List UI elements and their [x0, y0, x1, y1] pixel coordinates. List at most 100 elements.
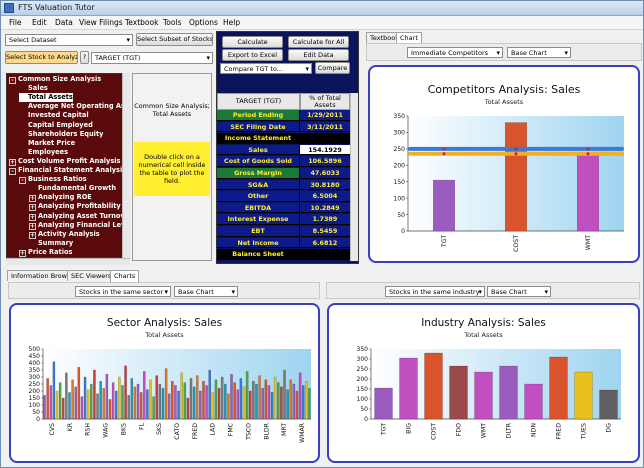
menu-file[interactable]: File: [9, 18, 22, 27]
row-label[interactable]: EBITDA: [217, 202, 300, 214]
y-tick-label: 350: [357, 346, 369, 353]
row-value[interactable]: [300, 249, 350, 260]
row-label[interactable]: Net Income: [217, 237, 300, 249]
collapse-icon[interactable]: -: [9, 168, 16, 175]
dataset-select[interactable]: Select Dataset: [5, 34, 133, 46]
row-value[interactable]: 3/11/2011: [300, 121, 350, 133]
chart-title: Sector Analysis: Sales: [107, 317, 222, 329]
menu-edit[interactable]: Edit: [32, 18, 47, 27]
row-value[interactable]: 8.5459: [300, 226, 350, 237]
industry-chart-type-select[interactable]: Base Chart: [487, 286, 551, 297]
bar: [108, 399, 112, 420]
tree-node[interactable]: Employees: [19, 148, 68, 157]
tree-node[interactable]: Total Assets: [19, 93, 73, 102]
bar: [83, 376, 87, 420]
compare-button[interactable]: Compare: [315, 62, 350, 74]
tree-node[interactable]: - Business Ratios: [19, 175, 87, 185]
grid-scrollbar[interactable]: [350, 93, 358, 261]
sector-chart-type-select[interactable]: Base Chart: [174, 286, 238, 297]
tree-scrollbar[interactable]: [122, 73, 130, 258]
calculate-button[interactable]: Calculate: [222, 36, 283, 48]
row-value[interactable]: 30.8180: [300, 179, 350, 191]
tree-node[interactable]: - Financial Statement Analysis: [9, 166, 126, 175]
row-value[interactable]: 6.5004: [300, 191, 350, 202]
compare-select[interactable]: Compare TGT to...: [220, 63, 312, 74]
row-value[interactable]: 47.6033: [300, 168, 350, 179]
tree-node[interactable]: Fundamental Growth: [29, 184, 116, 193]
y-tick-label: 100: [29, 402, 41, 409]
row-label[interactable]: SEC Filing Date: [217, 121, 300, 133]
menu-data[interactable]: Data: [55, 18, 73, 27]
bar: [65, 372, 68, 420]
export-excel-button[interactable]: Export to Excel: [222, 49, 283, 61]
tree-node[interactable]: + Analyzing Profitability: [29, 202, 121, 212]
row-label[interactable]: Income Statement: [217, 133, 300, 144]
tree-hscrollbar[interactable]: [6, 258, 130, 265]
menu-help[interactable]: Help: [223, 18, 240, 27]
row-label[interactable]: Balance Sheet: [217, 249, 300, 260]
expand-icon[interactable]: +: [29, 195, 36, 203]
tree-node-label: Fundamental Growth: [38, 184, 117, 193]
tree-node[interactable]: Shareholders Equity: [19, 130, 103, 139]
competitor-chart-type-select[interactable]: Base Chart: [507, 47, 571, 58]
tree-node[interactable]: + Cost Volume Profit Analysis: [9, 157, 120, 166]
tree-node[interactable]: + Activity Analysis: [29, 230, 100, 239]
tree-node[interactable]: + Price Ratios: [19, 248, 72, 257]
row-label[interactable]: Sales: [217, 144, 300, 156]
expand-icon[interactable]: +: [9, 158, 16, 166]
row-value[interactable]: 1/29/2011: [300, 110, 350, 121]
tree-node[interactable]: + Analyzing Asset Turnover: [29, 211, 130, 221]
tab-charts[interactable]: Charts: [110, 270, 140, 282]
row-label[interactable]: Other: [217, 191, 300, 202]
competitor-select[interactable]: Immediate Competitors: [407, 47, 503, 58]
bar: [139, 392, 143, 420]
menu-textbook[interactable]: Textbook: [125, 18, 158, 27]
help-button[interactable]: ?: [80, 51, 89, 64]
collapse-icon[interactable]: -: [19, 177, 26, 185]
row-label[interactable]: EBT: [217, 226, 300, 237]
row-value[interactable]: 106.5896: [300, 156, 350, 167]
expand-icon[interactable]: +: [29, 213, 36, 221]
industry-select[interactable]: Stocks in the same industry: [385, 286, 485, 297]
tree-node[interactable]: Summary: [29, 239, 73, 248]
tree-node[interactable]: Capital Employed: [19, 121, 93, 130]
tab-sec-viewers[interactable]: SEC Viewers: [67, 270, 116, 281]
row-value[interactable]: 154.1929: [300, 144, 350, 156]
row-value[interactable]: 1.7389: [300, 214, 350, 225]
calculate-all-button[interactable]: Calculate for All: [288, 36, 349, 48]
tree-node[interactable]: Market Price: [19, 139, 75, 148]
row-label[interactable]: Interest Expense: [217, 214, 300, 225]
expand-icon[interactable]: +: [29, 204, 36, 212]
row-label[interactable]: Gross Margin: [217, 168, 300, 179]
edit-data-button[interactable]: Edit Data: [288, 49, 349, 61]
select-subset-button[interactable]: Select Subset of Stocks: [136, 33, 213, 46]
tree-node[interactable]: Invested Capital: [19, 111, 89, 120]
row-value[interactable]: 10.2849: [300, 202, 350, 214]
menu-options[interactable]: Options: [189, 18, 218, 27]
stock-select[interactable]: TARGET (TGT): [91, 52, 213, 64]
tree-node[interactable]: - Common Size Analysis: [9, 75, 101, 84]
bar: [202, 380, 205, 420]
tree-node[interactable]: + Analyzing ROE: [29, 193, 92, 203]
tree-node[interactable]: +Analyzing Financial Leverage: [29, 221, 129, 230]
expand-icon[interactable]: +: [29, 222, 36, 230]
menu-tools[interactable]: Tools: [163, 18, 181, 27]
tree-node-label: Analyzing Asset Turnover: [38, 211, 130, 220]
row-label[interactable]: Period Ending: [217, 110, 300, 121]
select-stock-button[interactable]: Select Stock to Analyze: [5, 51, 78, 64]
tree-node[interactable]: Sales: [19, 84, 48, 93]
row-label[interactable]: SG&A: [217, 179, 300, 191]
tree-node-label: Financial Statement Analysis: [18, 166, 127, 174]
x-tick-label: CVS: [49, 423, 56, 436]
expand-icon[interactable]: +: [19, 249, 26, 257]
row-value[interactable]: 6.6812: [300, 237, 350, 249]
sector-select[interactable]: Stocks in the same sector: [75, 286, 171, 297]
row-label[interactable]: Cost of Goods Sold: [217, 156, 300, 167]
collapse-icon[interactable]: -: [9, 77, 16, 84]
row-value[interactable]: [300, 133, 350, 144]
expand-icon[interactable]: +: [29, 231, 36, 239]
menu-view-filings[interactable]: View Filings: [79, 18, 123, 27]
bar: [283, 369, 286, 420]
bar: [186, 397, 190, 420]
tree-node[interactable]: Average Net Operating Assets: [19, 102, 129, 111]
